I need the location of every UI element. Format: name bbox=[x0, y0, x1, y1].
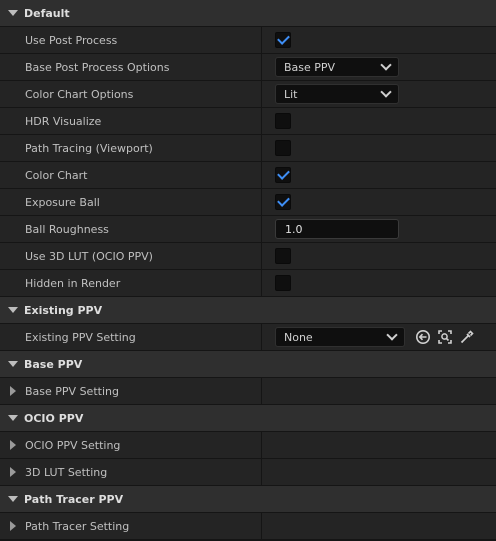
category-existing-ppv[interactable]: Existing PPV bbox=[0, 297, 496, 324]
category-label: OCIO PPV bbox=[24, 411, 84, 425]
property-label: Hidden in Render bbox=[25, 276, 121, 290]
property-label: Exposure Ball bbox=[25, 195, 100, 209]
color-chart-checkbox[interactable] bbox=[275, 167, 291, 183]
property-label: Use 3D LUT (OCIO PPV) bbox=[25, 249, 153, 263]
category-base-ppv[interactable]: Base PPV bbox=[0, 351, 496, 378]
hdr-visualize-checkbox[interactable] bbox=[275, 113, 291, 129]
category-default[interactable]: Default bbox=[0, 0, 496, 27]
property-label: Existing PPV Setting bbox=[25, 330, 136, 344]
property-label: Base Post Process Options bbox=[25, 60, 170, 74]
chevron-down-icon bbox=[380, 59, 392, 71]
dropdown-value: None bbox=[284, 330, 313, 344]
browse-button[interactable] bbox=[435, 327, 455, 347]
dropdown-value: Base PPV bbox=[284, 60, 336, 74]
checkmark-icon bbox=[276, 194, 290, 207]
property-name: Base PPV Setting bbox=[0, 378, 262, 404]
property-name: Base Post Process Options bbox=[0, 54, 262, 80]
base-post-process-options-dropdown[interactable]: Base PPV bbox=[275, 57, 399, 77]
existing-ppv-asset-picker[interactable]: None bbox=[275, 327, 405, 347]
property-name: HDR Visualize bbox=[0, 108, 262, 134]
row-ball-roughness: Ball Roughness 1.0 bbox=[0, 216, 496, 243]
collapsed-arrow-icon[interactable] bbox=[10, 440, 16, 450]
category-label: Default bbox=[24, 6, 70, 20]
row-hdr-visualize: HDR Visualize bbox=[0, 108, 496, 135]
property-name: Color Chart Options bbox=[0, 81, 262, 107]
property-name: Color Chart bbox=[0, 162, 262, 188]
category-ocio-ppv[interactable]: OCIO PPV bbox=[0, 405, 496, 432]
property-label: Base PPV Setting bbox=[25, 384, 119, 398]
dropdown-value: Lit bbox=[284, 87, 298, 101]
checkmark-icon bbox=[276, 32, 290, 45]
property-label: Color Chart bbox=[25, 168, 88, 182]
checkmark-icon bbox=[276, 167, 290, 180]
details-panel: Default Use Post Process Base Post Proce… bbox=[0, 0, 496, 541]
category-label: Path Tracer PPV bbox=[24, 492, 124, 506]
ball-roughness-input[interactable]: 1.0 bbox=[275, 219, 399, 239]
expand-arrow-icon[interactable] bbox=[8, 307, 18, 313]
property-name: 3D LUT Setting bbox=[0, 459, 262, 485]
category-label: Base PPV bbox=[24, 357, 83, 371]
property-label: 3D LUT Setting bbox=[25, 465, 108, 479]
color-chart-options-dropdown[interactable]: Lit bbox=[275, 84, 399, 104]
category-path-tracer-ppv[interactable]: Path Tracer PPV bbox=[0, 486, 496, 513]
property-label: OCIO PPV Setting bbox=[25, 438, 121, 452]
collapsed-arrow-icon[interactable] bbox=[10, 521, 16, 531]
property-label: HDR Visualize bbox=[25, 114, 102, 128]
row-hidden-in-render: Hidden in Render bbox=[0, 270, 496, 297]
collapsed-arrow-icon[interactable] bbox=[10, 386, 16, 396]
row-base-ppv-setting[interactable]: Base PPV Setting bbox=[0, 378, 496, 405]
row-path-tracer-setting[interactable]: Path Tracer Setting bbox=[0, 513, 496, 540]
exposure-ball-checkbox[interactable] bbox=[275, 194, 291, 210]
property-label: Path Tracer Setting bbox=[25, 519, 130, 533]
row-existing-ppv-setting: Existing PPV Setting None bbox=[0, 324, 496, 351]
use-selected-button[interactable] bbox=[413, 327, 433, 347]
browse-target-icon bbox=[438, 330, 452, 344]
row-ocio-ppv-setting[interactable]: OCIO PPV Setting bbox=[0, 432, 496, 459]
property-label: Use Post Process bbox=[25, 33, 118, 47]
property-label: Path Tracing (Viewport) bbox=[25, 141, 153, 155]
category-label: Existing PPV bbox=[24, 303, 103, 317]
property-name: Use Post Process bbox=[0, 27, 262, 53]
path-tracing-viewport-checkbox[interactable] bbox=[275, 140, 291, 156]
eyedropper-icon bbox=[460, 330, 474, 344]
property-name: Ball Roughness bbox=[0, 216, 262, 242]
row-base-post-process-options: Base Post Process Options Base PPV bbox=[0, 54, 496, 81]
property-name: Path Tracing (Viewport) bbox=[0, 135, 262, 161]
expand-arrow-icon[interactable] bbox=[8, 361, 18, 367]
chevron-down-icon bbox=[386, 329, 398, 341]
property-name: Path Tracer Setting bbox=[0, 513, 262, 539]
input-value: 1.0 bbox=[285, 222, 303, 236]
property-name: Exposure Ball bbox=[0, 189, 262, 215]
pick-actor-button[interactable] bbox=[457, 327, 477, 347]
hidden-in-render-checkbox[interactable] bbox=[275, 275, 291, 291]
chevron-down-icon bbox=[380, 86, 392, 98]
property-name: Hidden in Render bbox=[0, 270, 262, 296]
property-name: Use 3D LUT (OCIO PPV) bbox=[0, 243, 262, 269]
row-color-chart: Color Chart bbox=[0, 162, 496, 189]
row-path-tracing-viewport: Path Tracing (Viewport) bbox=[0, 135, 496, 162]
expand-arrow-icon[interactable] bbox=[8, 496, 18, 502]
property-name: OCIO PPV Setting bbox=[0, 432, 262, 458]
row-3d-lut-setting[interactable]: 3D LUT Setting bbox=[0, 459, 496, 486]
row-exposure-ball: Exposure Ball bbox=[0, 189, 496, 216]
property-label: Color Chart Options bbox=[25, 87, 134, 101]
collapsed-arrow-icon[interactable] bbox=[10, 467, 16, 477]
property-label: Ball Roughness bbox=[25, 222, 109, 236]
expand-arrow-icon[interactable] bbox=[8, 415, 18, 421]
row-color-chart-options: Color Chart Options Lit bbox=[0, 81, 496, 108]
property-name: Existing PPV Setting bbox=[0, 324, 262, 350]
row-use-post-process: Use Post Process bbox=[0, 27, 496, 54]
row-use-3d-lut: Use 3D LUT (OCIO PPV) bbox=[0, 243, 496, 270]
expand-arrow-icon[interactable] bbox=[8, 10, 18, 16]
use-3d-lut-checkbox[interactable] bbox=[275, 248, 291, 264]
arrow-left-circle-icon bbox=[416, 330, 430, 344]
use-post-process-checkbox[interactable] bbox=[275, 32, 291, 48]
